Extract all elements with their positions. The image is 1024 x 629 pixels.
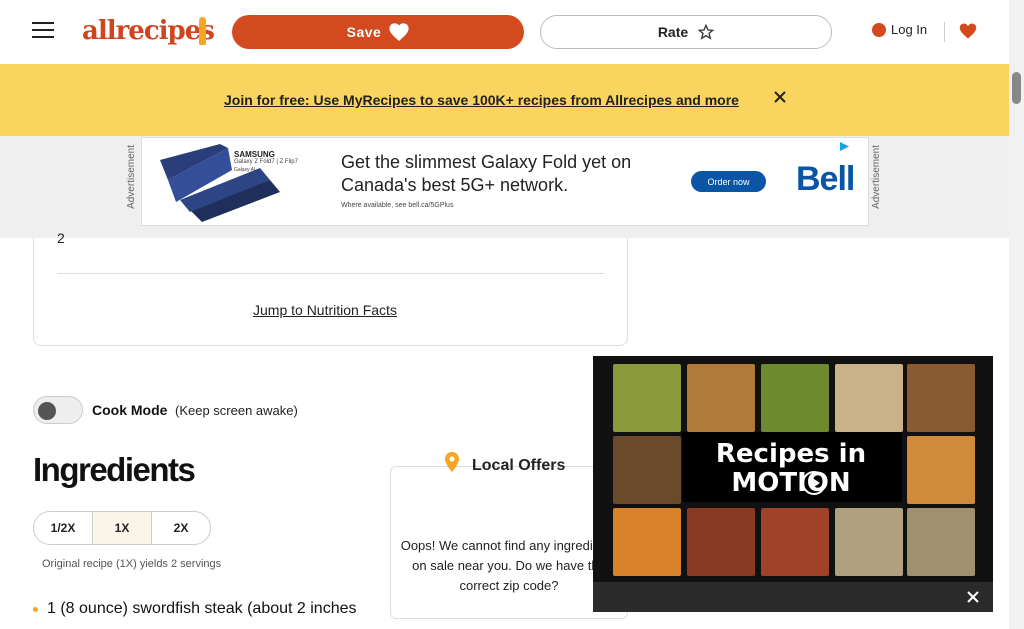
ad-headline: Get the slimmest Galaxy Fold yet on Cana… xyxy=(341,152,632,195)
servings-value: 2 xyxy=(57,230,65,246)
ad-side-label-right: Advertisement xyxy=(871,145,882,209)
allrecipes-logo[interactable]: allrecipes xyxy=(82,16,215,46)
promo-banner-link[interactable]: Join for free: Use MyRecipes to save 100… xyxy=(224,92,739,108)
scale-half-button[interactable]: 1/2X xyxy=(34,512,92,544)
bullet-icon xyxy=(33,607,38,612)
servings-scale-group: 1/2X 1X 2X xyxy=(33,511,211,545)
location-pin-icon xyxy=(445,452,459,472)
rate-button[interactable]: Rate xyxy=(540,15,832,49)
video-control-bar xyxy=(593,582,993,612)
ad-advertiser-logo: Bell xyxy=(796,160,855,198)
logo-spoon-icon xyxy=(199,17,206,45)
adchoices-icon[interactable] xyxy=(839,141,850,152)
yield-note: Original recipe (1X) yields 2 servings xyxy=(42,558,222,570)
close-icon[interactable] xyxy=(966,590,980,604)
rate-label: Rate xyxy=(657,24,689,40)
local-offers-title: Local Offers xyxy=(472,457,566,474)
close-icon[interactable] xyxy=(773,90,787,104)
video-title-line1: Recipes in xyxy=(715,439,867,469)
login-label: Log In xyxy=(891,22,928,37)
ad-order-button[interactable]: Order now xyxy=(691,171,766,192)
local-offers-message: Oops! We cannot find any ingredients on … xyxy=(400,538,618,593)
save-label: Save xyxy=(346,24,382,40)
video-title: Recipes in MOTION xyxy=(682,440,900,498)
header-divider xyxy=(944,22,945,42)
jump-to-nutrition-link[interactable]: Jump to Nutrition Facts xyxy=(253,302,397,318)
cook-mode-label: Cook Mode xyxy=(92,402,168,418)
saved-recipes-heart-icon[interactable] xyxy=(959,22,977,40)
scale-2x-button[interactable]: 2X xyxy=(151,512,210,544)
nutrition-card xyxy=(33,238,628,346)
toggle-knob xyxy=(38,402,56,420)
login-link[interactable]: Log In xyxy=(872,22,927,37)
save-button[interactable]: Save xyxy=(232,15,524,49)
ad-fine-print: Where available, see bell.ca/5GPlus xyxy=(341,202,454,209)
hamburger-icon[interactable] xyxy=(32,22,54,40)
scrollbar-thumb[interactable] xyxy=(1012,72,1021,104)
play-icon[interactable] xyxy=(801,470,827,496)
scale-1x-button[interactable]: 1X xyxy=(92,512,151,544)
cook-mode-sublabel[interactable]: (Keep screen awake) xyxy=(175,403,298,418)
star-icon xyxy=(698,24,715,40)
user-icon xyxy=(872,22,886,37)
divider xyxy=(57,273,604,274)
ad-brand: SAMSUNG xyxy=(234,150,275,159)
ingredients-heading: Ingredients xyxy=(33,451,196,488)
video-title-line2: MOTION xyxy=(731,468,851,498)
heart-icon xyxy=(389,23,409,41)
ad-model: Galaxy Z Fold7 | Z Flip7 xyxy=(234,159,298,165)
ingredient-item[interactable]: 1 (8 ounce) swordfish steak (about 2 inc… xyxy=(47,600,357,618)
ad-side-label-left: Advertisement xyxy=(126,145,137,209)
ad-ai-tag: Galaxy AI xyxy=(234,167,256,173)
